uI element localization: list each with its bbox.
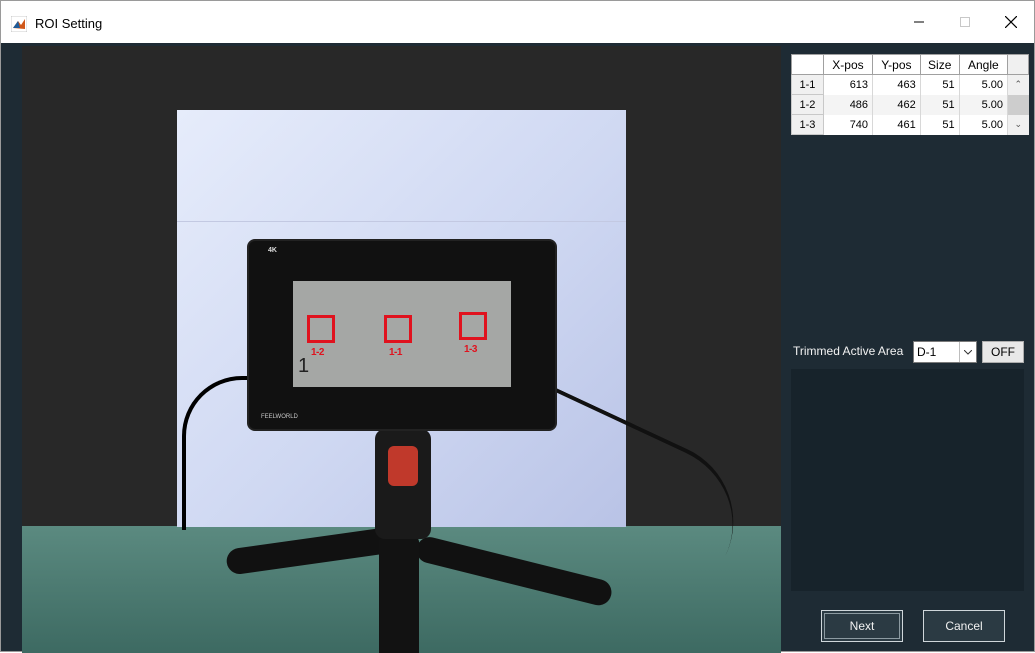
- scroll-up-icon[interactable]: ⌃: [1007, 74, 1029, 95]
- row-label: 1-2: [791, 94, 824, 115]
- cell-angle[interactable]: 5.00: [959, 114, 1009, 135]
- photo-cable-left: [182, 376, 256, 530]
- roi-box-1-1[interactable]: [384, 315, 412, 343]
- table-row[interactable]: 1-3 740 461 51 5.00 ⌄: [791, 114, 1029, 135]
- cell-size[interactable]: 51: [920, 114, 960, 135]
- cell-angle[interactable]: 5.00: [959, 74, 1009, 95]
- col-angle: Angle: [958, 54, 1009, 75]
- monitor-screen: 1-2 1-1 1-3 1: [293, 281, 511, 387]
- trimmed-active-area-select[interactable]: D-1: [913, 341, 977, 363]
- col-size: Size: [919, 54, 960, 75]
- col-x-pos: X-pos: [822, 54, 874, 75]
- monitor-brand: FEELWORLD: [261, 414, 298, 420]
- cell-size[interactable]: 51: [920, 74, 960, 95]
- cell-y-pos[interactable]: 462: [872, 94, 921, 115]
- cell-y-pos[interactable]: 461: [872, 114, 921, 135]
- roi-label-1-1: 1-1: [389, 347, 402, 358]
- table-row[interactable]: 1-1 613 463 51 5.00 ⌃: [791, 74, 1029, 95]
- minimize-icon: [914, 21, 924, 23]
- cell-angle[interactable]: 5.00: [959, 94, 1009, 115]
- trim-selected-value: D-1: [917, 345, 937, 359]
- close-button[interactable]: [988, 7, 1034, 37]
- title-bar: ROI Setting: [1, 1, 1034, 43]
- roi-table[interactable]: X-pos Y-pos Size Angle 1-1 613 463 51 5.…: [791, 54, 1029, 135]
- window-title: ROI Setting: [35, 16, 103, 31]
- next-button[interactable]: Next: [821, 610, 903, 642]
- screen-number: 1: [298, 355, 310, 377]
- close-icon: [1005, 16, 1017, 28]
- col-y-pos: Y-pos: [872, 54, 921, 75]
- camera-image-viewer[interactable]: 4K 1-2 1-1 1-3 1 FEELWORLD: [22, 46, 781, 653]
- roi-table-corner: [791, 54, 824, 75]
- off-toggle-button[interactable]: OFF: [982, 341, 1024, 363]
- photo-mount-red-ring: [388, 446, 418, 486]
- cell-x-pos[interactable]: 613: [823, 74, 874, 95]
- cell-y-pos[interactable]: 463: [872, 74, 921, 95]
- cell-size[interactable]: 51: [920, 94, 960, 115]
- row-label: 1-3: [791, 114, 824, 135]
- scroll-down-icon[interactable]: ⌄: [1007, 114, 1029, 135]
- row-label: 1-1: [791, 74, 824, 95]
- roi-box-1-3[interactable]: [459, 312, 487, 340]
- maximize-icon: [960, 17, 970, 27]
- roi-label-1-2: 1-2: [311, 347, 324, 358]
- roi-label-1-3: 1-3: [464, 344, 477, 355]
- matlab-app-icon: [11, 16, 27, 32]
- photo-monitor: 4K 1-2 1-1 1-3 1 FEELWORLD: [249, 241, 555, 429]
- photo-tripod-post: [379, 536, 419, 653]
- maximize-button[interactable]: [942, 7, 988, 37]
- chevron-down-icon[interactable]: [959, 342, 976, 362]
- minimize-button[interactable]: [896, 7, 942, 37]
- trimmed-active-area-label: Trimmed Active Area: [793, 344, 904, 358]
- trim-preview-panel: [791, 369, 1024, 591]
- scrollbar-thumb[interactable]: [1007, 94, 1029, 115]
- cell-x-pos[interactable]: 486: [823, 94, 874, 115]
- roi-setting-window: ROI Setting 4K 1-2 1-1 1-3 1 FEELWORLD X…: [0, 0, 1035, 653]
- roi-box-1-2[interactable]: [307, 315, 335, 343]
- cell-x-pos[interactable]: 740: [823, 114, 874, 135]
- cancel-button[interactable]: Cancel: [923, 610, 1005, 642]
- roi-table-header: X-pos Y-pos Size Angle: [791, 54, 1029, 75]
- table-row[interactable]: 1-2 486 462 51 5.00: [791, 94, 1029, 115]
- monitor-badge: 4K: [268, 247, 277, 254]
- photo-board-fold: [177, 221, 626, 222]
- roi-table-scroll-header: [1007, 54, 1029, 75]
